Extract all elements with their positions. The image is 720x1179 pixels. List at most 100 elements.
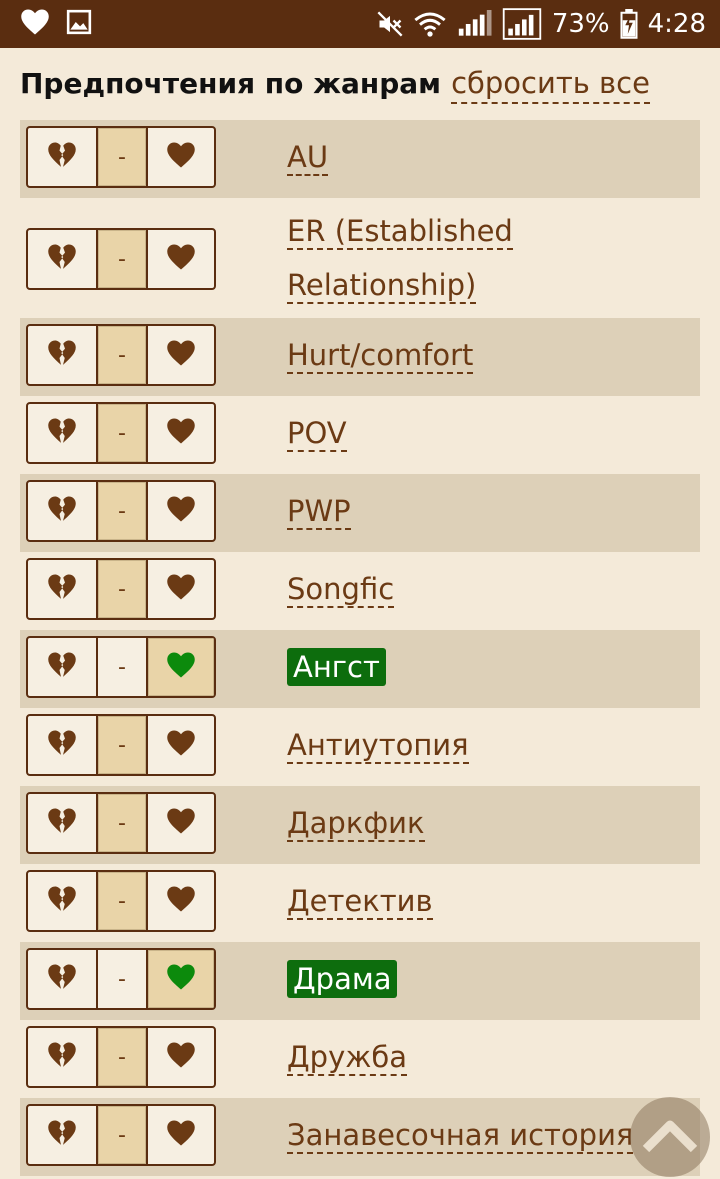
like-button[interactable]	[148, 794, 214, 852]
battery-percent: 73%	[551, 9, 610, 39]
neutral-button[interactable]: -	[98, 560, 148, 618]
broken-heart-icon	[47, 1041, 77, 1073]
genre-label-text[interactable]: Занавесочная история	[287, 1118, 634, 1154]
like-button[interactable]	[148, 230, 214, 288]
heart-icon	[166, 963, 196, 995]
scroll-to-top-button[interactable]	[630, 1097, 710, 1177]
like-button[interactable]	[148, 326, 214, 384]
like-button[interactable]	[148, 950, 214, 1008]
dislike-button[interactable]	[28, 1106, 98, 1164]
dislike-button[interactable]	[28, 638, 98, 696]
genre-row: - PWP	[20, 474, 700, 552]
genre-preferences-header: Предпочтения по жанрам сбросить все	[20, 66, 650, 106]
neutral-button[interactable]: -	[98, 128, 148, 186]
genre-row: - Занавесочная история	[20, 1098, 700, 1176]
dislike-button[interactable]	[28, 230, 98, 288]
genre-label-text[interactable]: Hurt/comfort	[287, 338, 474, 374]
broken-heart-icon	[47, 417, 77, 449]
dislike-button[interactable]	[28, 716, 98, 774]
wifi-icon	[414, 10, 446, 38]
heart-icon	[166, 417, 196, 449]
preference-toggle: -	[26, 714, 216, 776]
like-button[interactable]	[148, 1106, 214, 1164]
dislike-button[interactable]	[28, 128, 98, 186]
genre-row: - Даркфик	[20, 786, 700, 864]
neutral-button[interactable]: -	[98, 230, 148, 288]
page-title: Предпочтения по жанрам	[20, 67, 442, 100]
genre-row: - Драма	[20, 942, 700, 1020]
like-button[interactable]	[148, 638, 214, 696]
like-button[interactable]	[148, 482, 214, 540]
genre-label[interactable]: Songfic	[287, 562, 395, 616]
genre-label[interactable]: Даркфик	[287, 796, 425, 850]
preference-toggle: -	[26, 402, 216, 464]
dislike-button[interactable]	[28, 950, 98, 1008]
image-icon	[66, 9, 92, 35]
neutral-button[interactable]: -	[98, 638, 148, 696]
genre-label-text[interactable]: AU	[287, 140, 329, 176]
reset-all-link[interactable]: сбросить все	[451, 66, 650, 104]
neutral-button[interactable]: -	[98, 872, 148, 930]
neutral-button[interactable]: -	[98, 950, 148, 1008]
heart-icon	[166, 141, 196, 173]
genre-label-text[interactable]: Дружба	[287, 1040, 408, 1076]
heart-icon	[166, 1041, 196, 1073]
genre-label[interactable]: Hurt/comfort	[287, 328, 474, 382]
neutral-button[interactable]: -	[98, 326, 148, 384]
neutral-button[interactable]: -	[98, 1028, 148, 1086]
genre-label[interactable]: ER (Established Relationship)	[287, 204, 513, 312]
like-button[interactable]	[148, 1028, 214, 1086]
genre-label-line[interactable]: Relationship)	[287, 268, 477, 304]
genre-row: - ER (Established Relationship)	[20, 198, 700, 318]
dislike-button[interactable]	[28, 404, 98, 462]
like-button[interactable]	[148, 716, 214, 774]
genre-label[interactable]: Детектив	[287, 874, 433, 928]
heart-icon	[166, 729, 196, 761]
preference-toggle: -	[26, 870, 216, 932]
neutral-button[interactable]: -	[98, 482, 148, 540]
preference-toggle: -	[26, 948, 216, 1010]
dislike-button[interactable]	[28, 1028, 98, 1086]
dislike-button[interactable]	[28, 794, 98, 852]
genre-label[interactable]: PWP	[287, 484, 351, 538]
dislike-button[interactable]	[28, 872, 98, 930]
genre-label-line[interactable]: ER (Established	[287, 214, 513, 250]
broken-heart-icon	[47, 807, 77, 839]
neutral-button[interactable]: -	[98, 716, 148, 774]
genre-label[interactable]: Ангст	[287, 640, 386, 694]
broken-heart-icon	[47, 885, 77, 917]
like-button[interactable]	[148, 128, 214, 186]
genre-label[interactable]: POV	[287, 406, 347, 460]
genre-label-text[interactable]: Songfic	[287, 572, 395, 608]
genre-label-text[interactable]: Ангст	[287, 648, 386, 686]
like-button[interactable]	[148, 404, 214, 462]
broken-heart-icon	[47, 1119, 77, 1151]
genre-label-text[interactable]: POV	[287, 416, 347, 452]
broken-heart-icon	[47, 495, 77, 527]
genre-label[interactable]: Занавесочная история	[287, 1108, 634, 1162]
genre-label-text[interactable]: PWP	[287, 494, 351, 530]
genre-label[interactable]: Антиутопия	[287, 718, 469, 772]
genre-row: - Антиутопия	[20, 708, 700, 786]
genre-label-text[interactable]: Даркфик	[287, 806, 425, 842]
genre-label[interactable]: Драма	[287, 952, 398, 1006]
neutral-button[interactable]: -	[98, 1106, 148, 1164]
clock: 4:28	[647, 9, 706, 39]
like-button[interactable]	[148, 872, 214, 930]
neutral-button[interactable]: -	[98, 794, 148, 852]
heart-icon	[166, 651, 196, 683]
like-button[interactable]	[148, 560, 214, 618]
dislike-button[interactable]	[28, 560, 98, 618]
dislike-button[interactable]	[28, 326, 98, 384]
neutral-button[interactable]: -	[98, 404, 148, 462]
genre-label-text[interactable]: Детектив	[287, 884, 433, 920]
preference-toggle: -	[26, 636, 216, 698]
dislike-button[interactable]	[28, 482, 98, 540]
genre-label-text[interactable]: Драма	[287, 960, 398, 998]
genre-row: - POV	[20, 396, 700, 474]
genre-label-text[interactable]: Антиутопия	[287, 728, 469, 764]
genre-row: - AU	[20, 120, 700, 198]
genre-label[interactable]: AU	[287, 130, 329, 184]
genre-label[interactable]: Дружба	[287, 1030, 408, 1084]
broken-heart-icon	[47, 141, 77, 173]
